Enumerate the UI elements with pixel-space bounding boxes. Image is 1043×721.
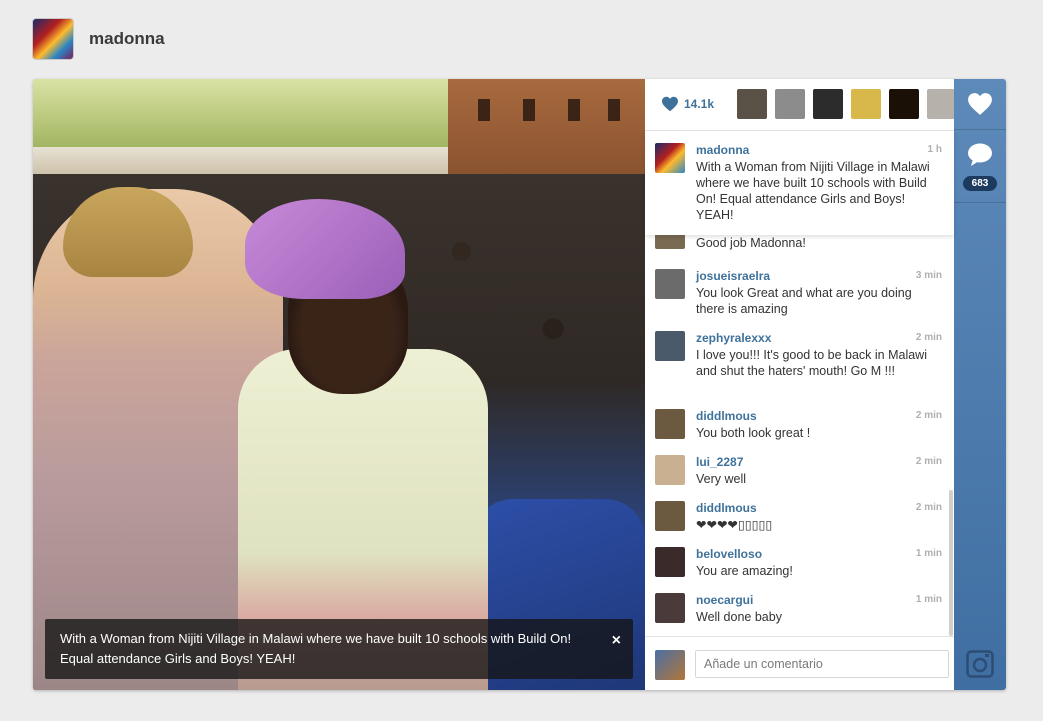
likes-count: 14.1k xyxy=(684,97,715,111)
speech-bubble-icon xyxy=(968,143,992,166)
action-sidebar: 683 xyxy=(954,79,1006,690)
avatar[interactable] xyxy=(655,331,685,361)
avatar[interactable] xyxy=(655,501,685,531)
like-button[interactable] xyxy=(954,79,1006,130)
comment-timestamp: 1 h xyxy=(927,144,942,155)
avatar[interactable] xyxy=(655,547,685,577)
comments-panel: 14.1k madonna 1 h With a Woman from Niji… xyxy=(645,79,954,690)
likes-counter[interactable]: 14.1k xyxy=(661,96,714,112)
add-comment-row xyxy=(645,636,954,690)
comment-timestamp: 1 min xyxy=(915,548,942,559)
liker-avatar[interactable] xyxy=(851,89,881,119)
post-card: With a Woman from Nijiti Village in Mala… xyxy=(33,79,1006,690)
comment-username[interactable]: zephyralexxx xyxy=(696,331,771,345)
comment-text: You look Great and what are you doing th… xyxy=(696,286,912,316)
comment-text: With a Woman from Nijiti Village in Mala… xyxy=(696,160,930,222)
list-item: josueisraelra 3 min You look Great and wha… xyxy=(645,269,954,327)
comment-input[interactable] xyxy=(695,650,949,678)
comment-username[interactable]: lui_2287 xyxy=(696,455,743,469)
comments-scrollbar[interactable] xyxy=(949,490,953,636)
comment-text: ❤❤❤❤▯▯▯▯▯ xyxy=(696,518,773,532)
caption-comment: madonna 1 h With a Woman from Nijiti Vil… xyxy=(645,131,954,235)
avatar[interactable] xyxy=(655,269,685,299)
comment-username[interactable]: belovelloso xyxy=(696,547,762,561)
comment-username[interactable]: madonna xyxy=(696,143,749,157)
comment-text: You both look great ! xyxy=(696,426,811,440)
avatar[interactable] xyxy=(655,409,685,439)
comment-username[interactable]: diddlmous xyxy=(696,501,757,515)
liker-avatar[interactable] xyxy=(737,89,767,119)
post-photo[interactable]: With a Woman from Nijiti Village in Mala… xyxy=(33,79,645,690)
list-item: noecargui 1 min Well done baby xyxy=(645,593,954,635)
comment-timestamp: 1 min xyxy=(915,594,942,605)
avatar[interactable] xyxy=(655,593,685,623)
profile-username[interactable]: madonna xyxy=(89,29,165,49)
comment-count-badge: 683 xyxy=(963,176,997,191)
list-item: zephyralexxx 2 min I love you!!! It's good… xyxy=(645,331,954,405)
comment-timestamp: 2 min xyxy=(915,456,942,467)
comment-text: I love you!!! It's good to be back in Ma… xyxy=(696,348,927,378)
comment-text: You are amazing! xyxy=(696,564,793,578)
list-item: diddlmous 2 min ❤❤❤❤▯▯▯▯▯ xyxy=(645,501,954,543)
comment-timestamp: 2 min xyxy=(915,502,942,513)
comment-username[interactable]: noecargui xyxy=(696,593,753,607)
close-caption-icon[interactable]: × xyxy=(612,631,621,651)
current-user-avatar xyxy=(655,650,685,680)
likes-row: 14.1k xyxy=(645,79,954,131)
caption-text: With a Woman from Nijiti Village in Mala… xyxy=(60,631,572,666)
heart-icon xyxy=(662,96,678,112)
profile-avatar[interactable] xyxy=(33,19,73,59)
comment-username[interactable]: diddlmous xyxy=(696,409,757,423)
heart-icon xyxy=(968,93,992,115)
avatar[interactable] xyxy=(655,143,685,173)
instagram-camera-icon[interactable] xyxy=(966,650,994,678)
liker-avatar[interactable] xyxy=(889,89,919,119)
avatar[interactable] xyxy=(655,455,685,485)
comment-timestamp: 2 min xyxy=(915,332,942,343)
liker-avatar[interactable] xyxy=(927,89,954,119)
comment-button[interactable]: 683 xyxy=(954,130,1006,203)
list-item: belovelloso 1 min You are amazing! xyxy=(645,547,954,589)
liker-avatar[interactable] xyxy=(813,89,843,119)
liker-avatars xyxy=(737,89,954,119)
comment-list[interactable]: mehdiduravin4 minGood job Madonna!josuei… xyxy=(645,231,954,636)
list-item: lui_2287 2 min Very well xyxy=(645,455,954,497)
list-item: diddlmous 2 min You both look great ! xyxy=(645,409,954,451)
comment-text: Very well xyxy=(696,472,747,486)
comment-timestamp: 3 min xyxy=(915,270,942,281)
comment-text: Well done baby xyxy=(696,610,782,624)
profile-header: madonna xyxy=(33,18,165,60)
comment-text: Good job Madonna! xyxy=(696,236,806,250)
liker-avatar[interactable] xyxy=(775,89,805,119)
photo-caption: With a Woman from Nijiti Village in Mala… xyxy=(45,619,633,679)
comment-username[interactable]: josueisraelra xyxy=(696,269,770,283)
comment-timestamp: 2 min xyxy=(915,410,942,421)
photo-building xyxy=(448,79,645,174)
